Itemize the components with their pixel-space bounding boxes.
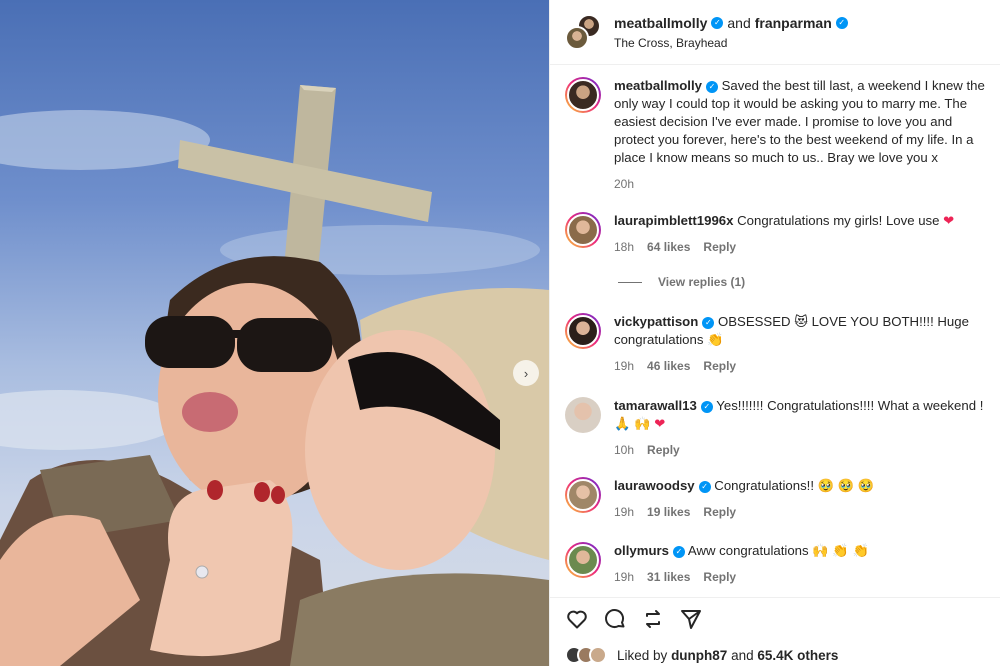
likes-conjunction: and (731, 647, 754, 663)
chevron-right-icon[interactable]: › (513, 360, 539, 386)
comment-username[interactable]: laurawoodsy (614, 478, 695, 493)
reply-button[interactable]: Reply (703, 568, 736, 586)
heart-emoji: ❤ (654, 416, 666, 431)
comment-icon[interactable] (603, 607, 627, 631)
verified-icon: ✓ (672, 545, 685, 558)
reply-button[interactable]: Reply (703, 503, 736, 521)
comment-time: 18h (614, 240, 635, 254)
caption: meatballmolly ✓ Saved the best till last,… (565, 77, 1000, 193)
comment-username[interactable]: tamarawall13 (614, 398, 697, 413)
verified-icon: ✓ (700, 400, 713, 413)
avatar[interactable] (565, 542, 601, 578)
liker-avatars (565, 646, 607, 664)
heart-icon[interactable] (565, 607, 589, 631)
comment-text: Congratulations my girls! Love use (737, 213, 940, 228)
comment-username[interactable]: ollymurs (614, 543, 669, 558)
comment-item: tamarawall13 ✓ Yes!!!!!!! Congratulations… (565, 397, 1000, 459)
collab-avatar[interactable] (565, 14, 601, 50)
comment-item: laurapimblett1996x Congratulations my gi… (565, 212, 1000, 256)
header-conjunction: and (727, 14, 751, 31)
post-header: meatballmolly ✓ and franparman ✓ The Cro… (550, 0, 1000, 65)
comment-time: 19h (614, 570, 635, 584)
comment-text: Congratulations!! 🥹 🥹 🥹 (714, 478, 875, 493)
verified-icon: ✓ (711, 16, 724, 29)
caption-username[interactable]: meatballmolly (614, 78, 702, 93)
comment-time: 19h (614, 505, 635, 519)
send-icon[interactable] (679, 607, 703, 631)
comment-item: vickypattison ✓ OBSESSED 😻 LOVE YOU BOTH!… (565, 313, 1000, 375)
comment-likes[interactable]: 46 likes (647, 357, 690, 375)
reply-button[interactable]: Reply (703, 357, 736, 375)
verified-icon: ✓ (835, 16, 848, 29)
author-username[interactable]: meatballmolly (614, 15, 707, 31)
view-replies-label: View replies (1) (658, 275, 746, 289)
comment-time: 19h (614, 359, 635, 373)
comment-username[interactable]: laurapimblett1996x (614, 213, 733, 228)
heart-emoji: ❤ (943, 213, 955, 228)
comment-time: 10h (614, 443, 635, 457)
comment-item: ollymurs ✓ Aww congratulations 🙌 👏 👏 19h … (565, 542, 1000, 586)
location-link[interactable]: The Cross, Brayhead (614, 36, 848, 50)
comment-username[interactable]: vickypattison (614, 314, 698, 329)
collaborator-username[interactable]: franparman (755, 15, 832, 31)
likes-count[interactable]: 65.4K others (757, 648, 838, 663)
share-icon[interactable] (641, 607, 665, 631)
reply-button[interactable]: Reply (647, 441, 680, 459)
post-sidebar: meatballmolly ✓ and franparman ✓ The Cro… (549, 0, 1000, 666)
ring (195, 565, 209, 579)
photo-illustration (0, 85, 549, 666)
avatar[interactable] (565, 397, 601, 433)
post-photo[interactable]: › (0, 0, 549, 666)
comment-likes[interactable]: 31 likes (647, 568, 690, 586)
comment-likes[interactable]: 64 likes (647, 238, 690, 256)
avatar[interactable] (565, 77, 601, 113)
comment-item: laurawoodsy ✓ Congratulations!! 🥹 🥹 🥹 19h… (565, 477, 1000, 521)
likes-prefix: Liked by (617, 647, 668, 663)
comment-likes[interactable]: 19 likes (647, 503, 690, 521)
likes-summary: Liked by dunph87 and 65.4K others (565, 646, 838, 664)
comments-list[interactable]: meatballmolly ✓ Saved the best till last,… (550, 65, 1000, 595)
comment-text: Aww congratulations 🙌 👏 👏 (687, 543, 869, 558)
liker-username[interactable]: dunph87 (671, 648, 727, 663)
avatar[interactable] (565, 313, 601, 349)
verified-icon: ✓ (698, 480, 711, 493)
avatar[interactable] (565, 477, 601, 513)
action-bar (550, 597, 1000, 639)
verified-icon: ✓ (705, 80, 718, 93)
avatar[interactable] (565, 212, 601, 248)
verified-icon: ✓ (702, 316, 715, 329)
view-replies-button[interactable]: View replies (1) (618, 275, 745, 289)
caption-time: 20h (614, 177, 635, 191)
reply-button[interactable]: Reply (703, 238, 736, 256)
